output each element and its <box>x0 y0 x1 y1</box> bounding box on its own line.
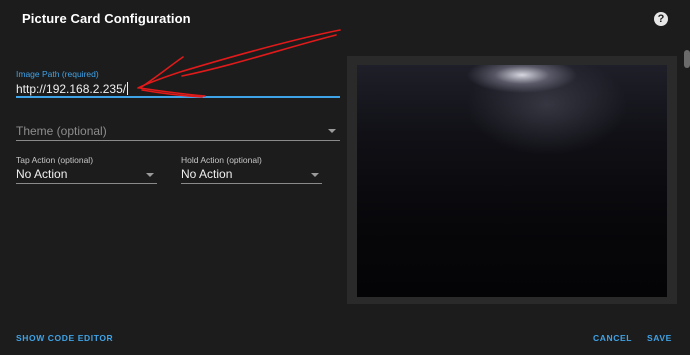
chevron-down-icon[interactable] <box>328 129 336 133</box>
scrollbar-thumb[interactable] <box>684 50 690 68</box>
help-icon[interactable]: ? <box>654 12 668 26</box>
theme-placeholder: Theme (optional) <box>16 124 107 138</box>
camera-image <box>357 65 667 297</box>
save-button[interactable]: SAVE <box>647 333 672 343</box>
theme-underline <box>16 140 340 141</box>
tap-action-label: Tap Action (optional) <box>16 155 94 165</box>
image-path-underline <box>16 96 340 98</box>
chevron-down-icon[interactable] <box>146 173 154 177</box>
chevron-down-icon[interactable] <box>311 173 319 177</box>
show-code-editor-button[interactable]: SHOW CODE EDITOR <box>16 333 113 343</box>
tap-action-underline <box>16 183 157 184</box>
text-cursor <box>127 82 128 95</box>
hold-action-value[interactable]: No Action <box>181 167 232 181</box>
image-path-label: Image Path (required) <box>16 69 99 79</box>
picture-card-config-dialog: Picture Card Configuration ? Image Path … <box>0 0 690 355</box>
picture-card-preview <box>347 56 677 304</box>
dialog-title: Picture Card Configuration <box>22 11 191 26</box>
hold-action-underline <box>181 183 322 184</box>
cancel-button[interactable]: CANCEL <box>593 333 632 343</box>
hold-action-label: Hold Action (optional) <box>181 155 262 165</box>
tap-action-value[interactable]: No Action <box>16 167 67 181</box>
image-path-input[interactable]: http://192.168.2.235/ <box>16 82 126 96</box>
